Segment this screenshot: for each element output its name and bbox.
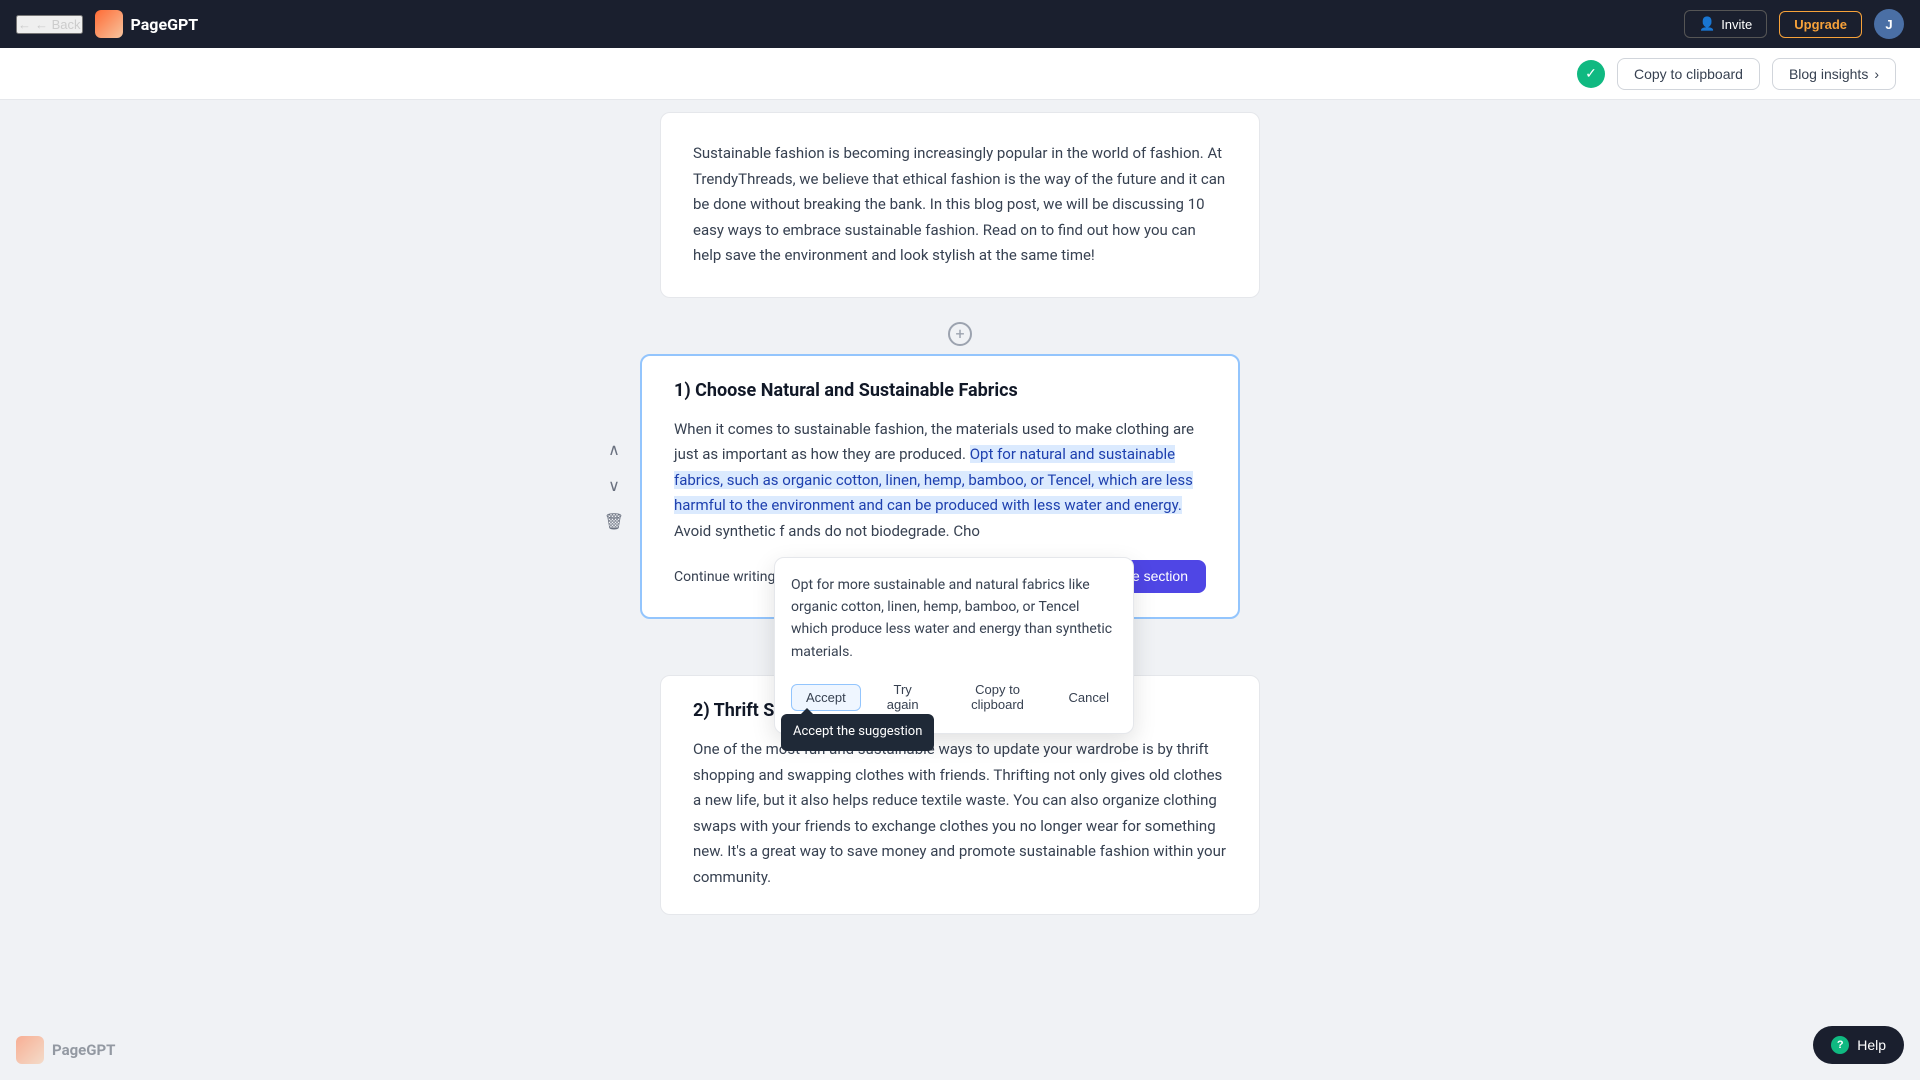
back-label: ← Back [35, 17, 81, 32]
chevron-right-icon: › [1874, 66, 1879, 82]
section1-body: When it comes to sustainable fashion, th… [674, 417, 1206, 545]
accept-btn-wrapper: Accept Accept the suggestion [791, 684, 861, 711]
invite-button[interactable]: 👤 Invite [1684, 10, 1767, 38]
back-button[interactable]: ← ← Back [16, 15, 83, 34]
navbar: ← ← Back PageGPT 👤 Invite Upgrade J [0, 0, 1920, 48]
section1-container: ∧ ∨ 🗑 1) Choose Natural and Sustainable … [640, 354, 1280, 620]
add-section-divider-1[interactable]: + [948, 314, 972, 354]
suggestion-popup: Opt for more sustainable and natural fab… [774, 557, 1134, 735]
suggestion-buttons: Accept Accept the suggestion Try again C… [791, 677, 1117, 717]
copy-suggestion-button[interactable]: Copy to clipboard [945, 677, 1051, 717]
logo-icon [95, 10, 123, 38]
help-button[interactable]: ? Help [1813, 1026, 1904, 1064]
logo-text: PageGPT [131, 15, 199, 34]
help-label: Help [1857, 1037, 1886, 1053]
cancel-suggestion-button[interactable]: Cancel [1061, 685, 1117, 710]
blog-insights-label: Blog insights [1789, 66, 1868, 82]
bottom-logo-text: PageGPT [52, 1041, 115, 1059]
accept-tooltip: Accept the suggestion [781, 714, 934, 750]
upgrade-label: Upgrade [1794, 17, 1847, 32]
section1-text-after: Avoid synthetic f [674, 522, 785, 540]
action-bar: ✓ Copy to clipboard Blog insights › [0, 48, 1920, 100]
section1-text-truncated2: ands do not biodegrade. Cho [788, 522, 980, 540]
delete-section-button[interactable]: 🗑 [600, 508, 628, 536]
bottom-logo: PageGPT [16, 1036, 115, 1064]
copy-clipboard-label: Copy to clipboard [1634, 66, 1743, 82]
upgrade-button[interactable]: Upgrade [1779, 11, 1862, 38]
chevron-up-icon: ∧ [608, 440, 620, 460]
blog-insights-button[interactable]: Blog insights › [1772, 58, 1896, 90]
try-again-button[interactable]: Try again [871, 677, 935, 717]
intro-block: Sustainable fashion is becoming increasi… [660, 112, 1260, 298]
copy-suggestion-label: Copy to clipboard [971, 682, 1024, 712]
tooltip-text: Accept the suggestion [793, 724, 922, 739]
main-content: Sustainable fashion is becoming increasi… [0, 0, 1920, 975]
suggestion-text: Opt for more sustainable and natural fab… [791, 574, 1117, 664]
logo-area: PageGPT [95, 10, 199, 38]
accept-label: Accept [806, 690, 846, 705]
section1-block: 1) Choose Natural and Sustainable Fabric… [640, 354, 1240, 620]
navbar-right: 👤 Invite Upgrade J [1684, 9, 1904, 39]
section1-title: 1) Choose Natural and Sustainable Fabric… [674, 380, 1206, 401]
avatar-initials: J [1885, 17, 1892, 32]
plus-circle-icon: + [948, 322, 972, 346]
section2-text: One of the most fun and sustainable ways… [693, 737, 1227, 890]
status-indicator: ✓ [1577, 60, 1605, 88]
help-icon: ? [1831, 1036, 1849, 1054]
trash-icon: 🗑 [604, 512, 624, 532]
try-again-label: Try again [887, 682, 919, 712]
user-icon: 👤 [1699, 16, 1715, 32]
chevron-down-icon: ∨ [608, 476, 620, 496]
cancel-label: Cancel [1069, 690, 1109, 705]
move-up-button[interactable]: ∧ [600, 436, 628, 464]
move-down-button[interactable]: ∨ [600, 472, 628, 500]
copy-clipboard-button[interactable]: Copy to clipboard [1617, 58, 1760, 90]
check-icon: ✓ [1585, 66, 1597, 82]
invite-label: Invite [1721, 17, 1752, 32]
back-arrow-icon: ← [18, 17, 31, 32]
navbar-left: ← ← Back PageGPT [16, 10, 198, 38]
bottom-logo-icon [16, 1036, 44, 1064]
section-controls: ∧ ∨ 🗑 [600, 436, 628, 536]
avatar-button[interactable]: J [1874, 9, 1904, 39]
intro-text: Sustainable fashion is becoming increasi… [693, 141, 1227, 269]
accept-button[interactable]: Accept [791, 684, 861, 711]
